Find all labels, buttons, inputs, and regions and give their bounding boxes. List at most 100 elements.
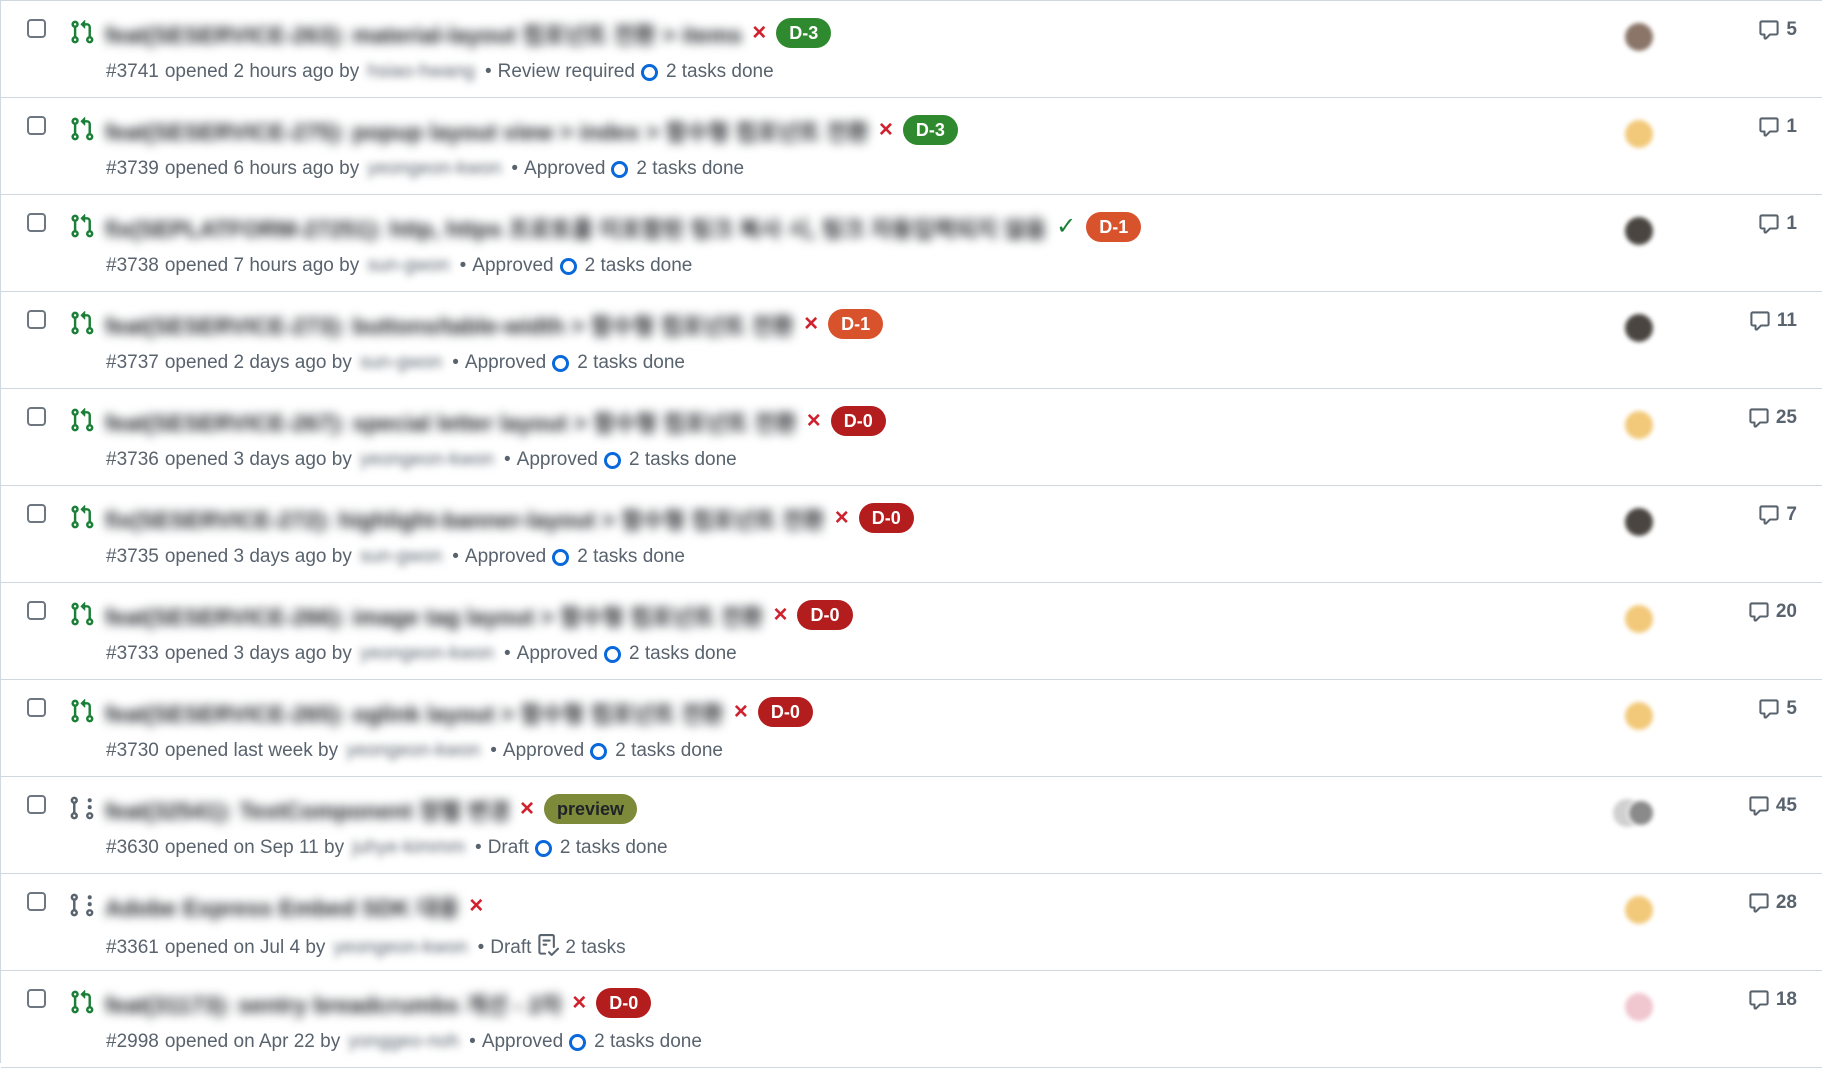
comments-link[interactable]: 1 (1758, 213, 1797, 235)
assignee-avatar[interactable] (1625, 411, 1653, 439)
pr-author-link[interactable]: hsiao-hwang (367, 61, 475, 83)
pr-label[interactable]: D-0 (797, 600, 853, 630)
pr-meta: #3630 opened on Sep 11 by juhye-kimmm • … (106, 837, 668, 859)
ci-status-icon[interactable]: ✓ (1056, 215, 1076, 239)
pr-title-link[interactable]: feat(SESERVICE-265): oglink layout > 함수형… (105, 695, 724, 729)
pull-request-row: feat(SESERVICE-265): oglink layout > 함수형… (1, 680, 1822, 777)
ci-status-icon[interactable]: × (469, 894, 483, 918)
pr-label[interactable]: D-3 (776, 18, 832, 48)
comments-link[interactable]: 25 (1748, 407, 1797, 429)
select-checkbox[interactable] (27, 601, 46, 620)
assignee-avatar[interactable] (1625, 702, 1653, 730)
ci-status-icon[interactable]: × (807, 409, 821, 433)
assignee-avatar[interactable] (1625, 605, 1653, 633)
assignee-avatar[interactable] (1625, 217, 1653, 245)
meta-separator: • (511, 158, 519, 179)
review-status[interactable]: Review required (498, 61, 635, 83)
comments-link[interactable]: 5 (1758, 698, 1797, 720)
pr-label[interactable]: D-3 (902, 115, 958, 145)
select-checkbox[interactable] (27, 892, 46, 911)
review-status[interactable]: Approved (517, 643, 598, 665)
comments-link[interactable]: 28 (1748, 892, 1797, 914)
comment-icon (1749, 602, 1769, 622)
ci-status-icon[interactable]: × (572, 991, 586, 1015)
pr-meta: #3736 opened 3 days ago by yeongeon-kwon… (106, 449, 737, 471)
pr-opened-text: opened on Sep 11 by (164, 837, 345, 858)
assignee-avatar[interactable] (1625, 314, 1653, 342)
comments-link[interactable]: 7 (1758, 504, 1797, 526)
pr-label[interactable]: D-1 (828, 309, 884, 339)
ci-status-icon[interactable]: × (734, 700, 748, 724)
pr-label[interactable]: D-0 (830, 406, 886, 436)
review-status[interactable]: Draft (490, 937, 531, 959)
pr-title-link[interactable]: Adobe Express Embed SDK 대응 (105, 889, 459, 923)
pr-title-line: feat(SESERVICE-267): special letter layo… (105, 404, 886, 438)
ci-status-icon[interactable]: × (520, 797, 534, 821)
select-checkbox[interactable] (27, 116, 46, 135)
pr-number: #3733 (106, 643, 159, 664)
pr-author-link[interactable]: sun-gwon (367, 255, 449, 277)
pr-title-link[interactable]: feat(SESERVICE-273): buttons/table-width… (105, 307, 794, 341)
pr-title-link[interactable]: feat(31173): sentry breadcrumbs 개선 - 2차 (105, 986, 562, 1020)
select-checkbox[interactable] (27, 407, 46, 426)
review-status[interactable]: Approved (465, 352, 546, 374)
comments-link[interactable]: 1 (1758, 116, 1797, 138)
select-checkbox[interactable] (27, 504, 46, 523)
comments-link[interactable]: 45 (1748, 795, 1797, 817)
ci-status-icon[interactable]: × (804, 312, 818, 336)
select-checkbox[interactable] (27, 310, 46, 329)
pr-label[interactable]: D-0 (858, 503, 914, 533)
pr-author-link[interactable]: yeongeon-kwon (360, 643, 494, 665)
review-status[interactable]: Draft (488, 837, 529, 859)
select-checkbox[interactable] (27, 795, 46, 814)
pr-author-link[interactable]: yeongeon-kwon (346, 740, 480, 762)
assignee-avatar[interactable] (1625, 120, 1653, 148)
select-checkbox[interactable] (27, 698, 46, 717)
ci-status-icon[interactable]: × (752, 21, 766, 45)
assignee-avatar[interactable] (1625, 508, 1653, 536)
ci-status-icon[interactable]: × (835, 506, 849, 530)
pr-title-link[interactable]: feat(SESERVICE-263): material-layout 컴포넌… (105, 16, 742, 50)
pr-label[interactable]: D-0 (757, 697, 813, 727)
select-checkbox[interactable] (27, 989, 46, 1008)
pr-author-link[interactable]: sun-gwon (360, 352, 442, 374)
pr-author-link[interactable]: juhye-kimmm (352, 837, 465, 859)
pr-title-link[interactable]: fix(SESERVICE-272): highlight-banner-lay… (105, 501, 825, 535)
select-checkbox[interactable] (27, 19, 46, 38)
comments-link[interactable]: 5 (1758, 19, 1797, 41)
comments-link[interactable]: 11 (1749, 310, 1797, 332)
assignee-avatar[interactable] (1625, 23, 1653, 51)
pr-title-link[interactable]: feat(SESERVICE-266): image tag layout > … (105, 598, 763, 632)
pr-author-link[interactable]: yeongeon-kwon (333, 937, 467, 959)
pr-author-link[interactable]: sun-gwon (360, 546, 442, 568)
review-status[interactable]: Approved (482, 1031, 563, 1053)
git-pull-request-icon (71, 989, 94, 1014)
comments-link[interactable]: 20 (1748, 601, 1797, 623)
assignee-avatar[interactable] (1625, 896, 1653, 924)
review-status[interactable]: Approved (524, 158, 605, 180)
review-status[interactable]: Approved (465, 546, 546, 568)
pr-title-link[interactable]: feat(SESERVICE-267): special letter layo… (105, 404, 797, 438)
pr-label[interactable]: D-1 (1086, 212, 1142, 242)
pr-label[interactable]: D-0 (596, 988, 652, 1018)
comment-icon (1750, 311, 1770, 331)
pr-label[interactable]: preview (544, 794, 638, 824)
pr-author-link[interactable]: yeongeon-kwon (360, 449, 494, 471)
review-status[interactable]: Approved (517, 449, 598, 471)
pr-title-link[interactable]: feat(SESERVICE-275): popup layout view >… (105, 113, 869, 147)
pr-title-link[interactable]: feat(32541): TextComponent 정렬 변경 (105, 792, 510, 826)
comments-link[interactable]: 18 (1748, 989, 1797, 1011)
pr-author-link[interactable]: yeongeon-kwon (367, 158, 501, 180)
assignee-avatar[interactable] (1625, 993, 1653, 1021)
tasks-count: 2 tasks done (584, 255, 693, 276)
review-status[interactable]: Approved (472, 255, 553, 277)
assignee-avatar[interactable] (1627, 799, 1655, 827)
ci-status-icon[interactable]: × (879, 118, 893, 142)
pr-author-link[interactable]: yonggeo-noh (348, 1031, 459, 1053)
select-checkbox[interactable] (27, 213, 46, 232)
pr-title-link[interactable]: fix(SEPLATFORM-27251): http, https 프로토콜 … (105, 210, 1046, 244)
review-status[interactable]: Approved (503, 740, 584, 762)
pr-title-line: feat(SESERVICE-263): material-layout 컴포넌… (105, 16, 832, 50)
ci-status-icon[interactable]: × (773, 603, 787, 627)
pull-request-row: feat(SESERVICE-263): material-layout 컴포넌… (1, 1, 1822, 98)
